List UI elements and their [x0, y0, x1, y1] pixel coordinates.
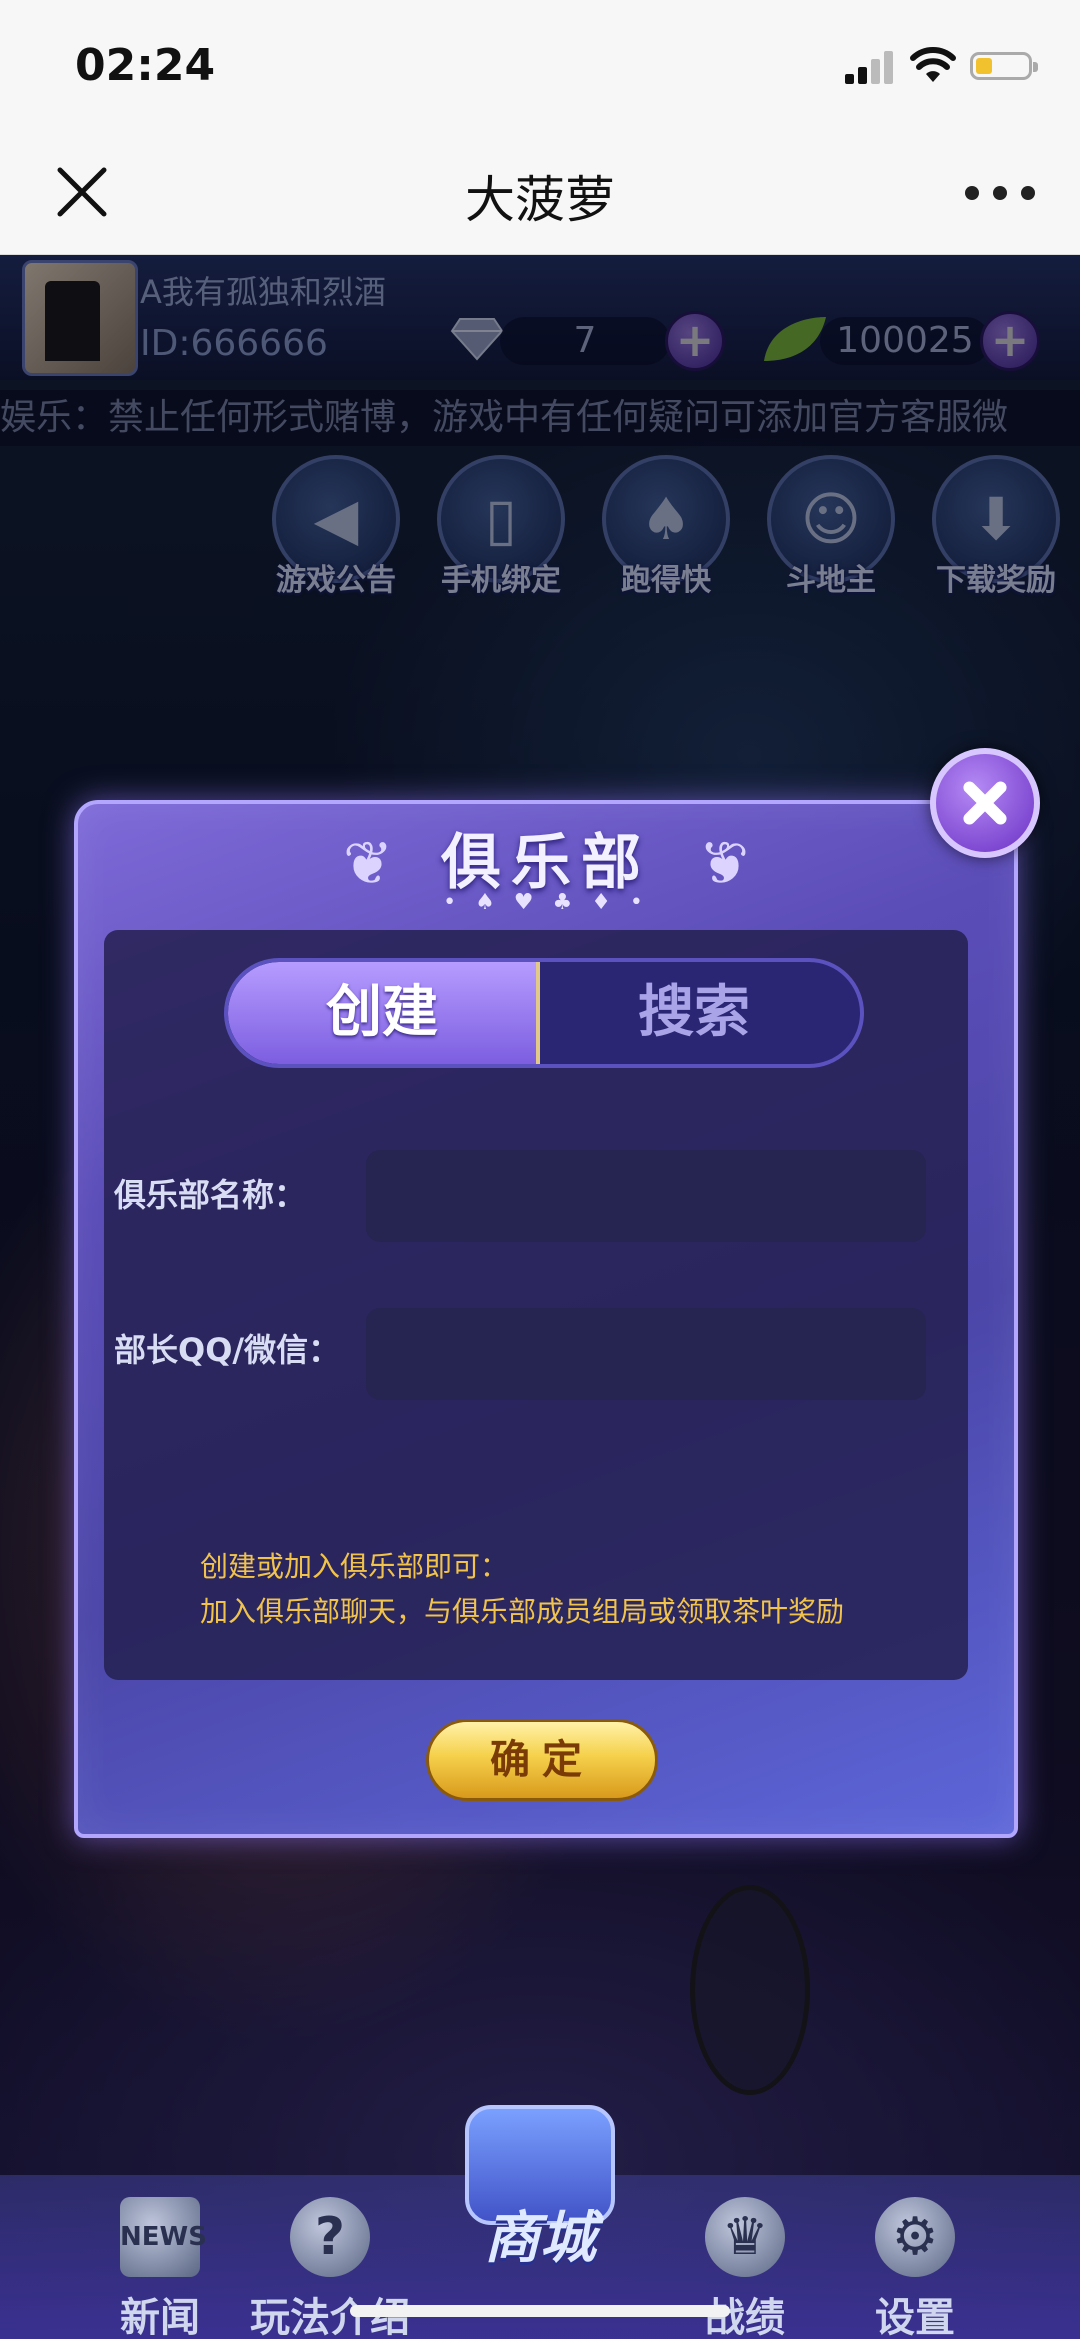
leader-contact-input[interactable] — [366, 1308, 926, 1400]
page-title: 大菠萝 — [465, 171, 615, 229]
status-time: 02:24 — [75, 40, 216, 91]
cellular-signal-icon — [845, 50, 895, 84]
hint-line-2: 加入俱乐部聊天，与俱乐部成员组局或领取茶叶奖励 — [200, 1595, 845, 1628]
confirm-button[interactable]: 确定 — [426, 1719, 658, 1801]
tab-switch: 创建 搜索 — [224, 958, 864, 1068]
trophy-icon: ♛ — [705, 2197, 785, 2277]
home-indicator[interactable] — [350, 2305, 730, 2317]
browser-nav-bar: 大菠萝 — [0, 130, 1080, 255]
dialog-title: 俱乐部 — [441, 828, 651, 898]
nav-news[interactable]: NEWS 新闻 — [75, 2175, 245, 2339]
suits-ornament-icon: • ♠ ♥ ♣ ♦ • — [443, 890, 649, 915]
battery-icon — [970, 52, 1038, 80]
wifi-icon — [910, 47, 956, 82]
hint-line-1: 创建或加入俱乐部即可： — [200, 1550, 509, 1583]
nav-shop[interactable]: 商城 — [440, 2075, 640, 2275]
leader-contact-label: 部长QQ/微信： — [114, 1331, 341, 1369]
gear-icon: ⚙ — [875, 2197, 955, 2277]
dialog-content: 创建 搜索 俱乐部名称： 部长QQ/微信： 创建或加入俱乐部即可： 加入俱乐部聊… — [104, 930, 968, 1680]
more-options-icon[interactable] — [965, 186, 1035, 202]
nav-settings[interactable]: ⚙ 设置 — [830, 2175, 1000, 2339]
club-dialog: ❦ 俱乐部 ❦ • ♠ ♥ ♣ ♦ • 创建 搜索 俱乐部名称： 部长QQ/微信… — [74, 800, 1018, 1838]
question-icon: ? — [290, 2197, 370, 2277]
status-bar: 02:24 — [0, 0, 1080, 130]
tab-create[interactable]: 创建 — [228, 962, 540, 1064]
club-name-label: 俱乐部名称： — [114, 1176, 307, 1214]
club-name-input[interactable] — [366, 1150, 926, 1242]
news-icon: NEWS — [120, 2197, 207, 2277]
dialog-close-icon[interactable] — [930, 748, 1040, 858]
tab-search[interactable]: 搜索 — [540, 962, 848, 1064]
